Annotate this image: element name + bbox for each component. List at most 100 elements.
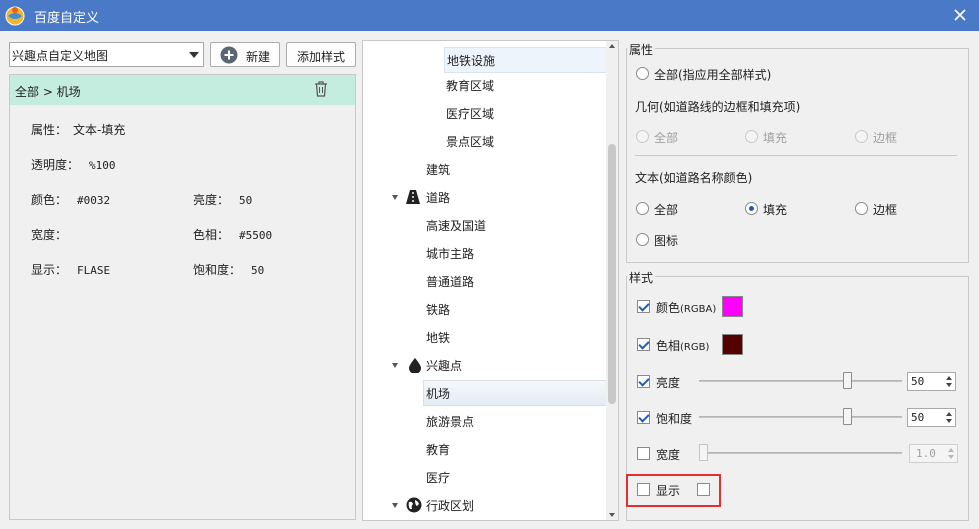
- saturation-checkbox[interactable]: [637, 411, 650, 424]
- expand-arrow-icon[interactable]: [392, 363, 398, 368]
- color-label-text: 颜色: [656, 301, 681, 315]
- spin-down-icon[interactable]: [946, 383, 952, 387]
- tree-item[interactable]: 医疗: [426, 465, 450, 491]
- scroll-up-icon[interactable]: [609, 44, 615, 48]
- tree-item-selected[interactable]: 机场: [423, 380, 607, 406]
- spin-up-icon[interactable]: [946, 412, 952, 416]
- tree-item[interactable]: 教育: [426, 437, 450, 463]
- spin-down-icon[interactable]: [946, 419, 952, 423]
- brightness-slider-thumb[interactable]: [843, 372, 852, 389]
- radio-text-fill[interactable]: [745, 202, 758, 215]
- tree-item[interactable]: 景点区域: [446, 129, 494, 155]
- trash-icon[interactable]: [313, 80, 329, 98]
- brightness-slider-track[interactable]: [699, 380, 902, 382]
- display-label: 显示：: [31, 263, 68, 277]
- color-checkbox[interactable]: [637, 300, 650, 313]
- radio-geo-all[interactable]: [636, 130, 649, 143]
- display-row: 显示： FLASE: [31, 261, 110, 278]
- saturation-slider-thumb[interactable]: [843, 408, 852, 425]
- tree-item[interactable]: 旅游景点: [426, 409, 474, 435]
- tree-item[interactable]: 医疗区域: [446, 101, 494, 127]
- tree-item[interactable]: 高速及国道: [426, 213, 486, 239]
- tree-item[interactable]: 普通道路: [426, 269, 474, 295]
- tree-item[interactable]: 铁路: [426, 297, 450, 323]
- display-value: FLASE: [77, 264, 111, 277]
- hue-label: 色相：: [193, 228, 230, 242]
- saturation-label: 饱和度：: [193, 263, 242, 277]
- new-button[interactable]: 新建: [210, 42, 280, 67]
- expand-arrow-icon[interactable]: [392, 195, 398, 200]
- hue-swatch[interactable]: [722, 334, 743, 355]
- geo-border-label: 边框: [873, 131, 898, 145]
- width-checkbox[interactable]: [637, 447, 650, 460]
- tree-item[interactable]: 兴趣点: [426, 353, 462, 379]
- geo-all-label: 全部: [654, 131, 679, 145]
- map-select-value: 兴趣点自定义地图: [12, 49, 109, 63]
- tree-item-label: 教育区域: [446, 79, 495, 93]
- tree-item[interactable]: 建筑: [426, 157, 450, 183]
- hue-checkbox[interactable]: [637, 338, 650, 351]
- hue-label-text: 色相: [656, 339, 681, 353]
- tree-item-label: 机场: [426, 387, 451, 401]
- attr-value: 文本-填充: [73, 123, 126, 137]
- tree-item[interactable]: 地铁: [426, 325, 450, 351]
- scroll-down-icon[interactable]: [609, 513, 615, 517]
- width-slider-track[interactable]: [699, 452, 902, 454]
- expand-arrow-icon[interactable]: [392, 503, 398, 508]
- scroll-thumb[interactable]: [608, 144, 616, 404]
- tree-item[interactable]: 城市主路: [426, 241, 474, 267]
- brightness-label: 亮度：: [193, 193, 230, 207]
- opacity-value: %100: [89, 159, 116, 172]
- brightness-spin-value: 50: [911, 375, 925, 388]
- tree-item-label: 医疗区域: [446, 107, 495, 121]
- radio-text-icon[interactable]: [636, 233, 649, 246]
- width-label: 宽度：: [31, 228, 68, 242]
- attr-row: 属性： 文本-填充: [31, 121, 125, 138]
- radio-text-border[interactable]: [855, 202, 868, 215]
- tree-item-label: 普通道路: [426, 275, 475, 289]
- text-title: 文本(如道路名称颜色): [635, 171, 753, 185]
- text-border-label: 边框: [873, 203, 898, 217]
- map-select[interactable]: 兴趣点自定义地图: [9, 42, 204, 67]
- chevron-down-icon: [189, 52, 199, 58]
- attributes-group-title: 属性: [627, 41, 656, 58]
- app-globe-icon: [5, 6, 25, 26]
- tree-item-label: 教育: [426, 443, 451, 457]
- tree-item-label: 建筑: [426, 163, 451, 177]
- tree-item[interactable]: 行政区划: [426, 493, 474, 519]
- tree-scrollbar[interactable]: [606, 41, 618, 520]
- width-spinbox[interactable]: 1.0: [909, 444, 958, 463]
- tree-item[interactable]: 教育区域: [446, 73, 494, 99]
- opacity-label: 透明度：: [31, 158, 80, 172]
- radio-geo-border[interactable]: [855, 130, 868, 143]
- geo-fill-label: 填充: [763, 131, 788, 145]
- width-slider-thumb[interactable]: [699, 444, 708, 461]
- brightness-checkbox[interactable]: [637, 375, 650, 388]
- add-style-button[interactable]: 添加样式: [286, 42, 356, 67]
- brightness-label: 亮度: [656, 376, 681, 390]
- spin-up-icon[interactable]: [946, 376, 952, 380]
- radio-geo-fill[interactable]: [745, 130, 758, 143]
- color-swatch[interactable]: [722, 296, 743, 317]
- tree-item[interactable]: 地铁设施: [444, 47, 607, 73]
- spin-down-icon[interactable]: [948, 455, 954, 459]
- highlight-box: [626, 474, 721, 507]
- divider: [635, 155, 957, 156]
- close-icon[interactable]: [949, 4, 971, 26]
- window-title: 百度自定义: [34, 11, 100, 26]
- brightness-spinbox[interactable]: 50: [907, 372, 956, 391]
- saturation-spinbox[interactable]: 50: [907, 408, 956, 427]
- tree-item-label: 铁路: [426, 303, 451, 317]
- hue-row: 色相： #5500: [193, 226, 272, 243]
- hue-unit: (RGB): [680, 342, 710, 353]
- selected-style-header[interactable]: 全部 > 机场: [10, 75, 355, 105]
- attr-label: 属性：: [31, 123, 68, 137]
- color-row: 颜色： #0032: [31, 191, 110, 208]
- tree-item[interactable]: 道路: [426, 185, 450, 211]
- brightness-value: 50: [239, 194, 253, 207]
- radio-text-all[interactable]: [636, 202, 649, 215]
- saturation-slider-track[interactable]: [699, 416, 902, 418]
- spin-up-icon[interactable]: [948, 448, 954, 452]
- color-label: 颜色：: [31, 193, 68, 207]
- radio-all-styles[interactable]: [636, 67, 649, 80]
